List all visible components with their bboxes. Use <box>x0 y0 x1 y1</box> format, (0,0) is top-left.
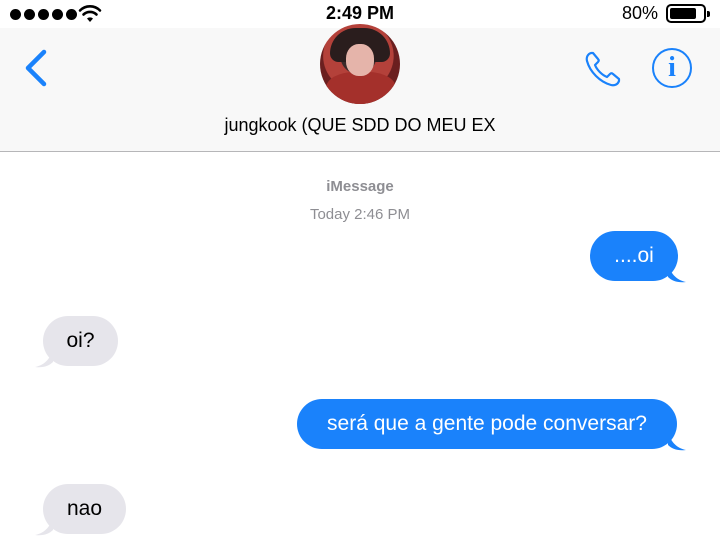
message-bubble-incoming[interactable]: nao <box>43 484 126 534</box>
timestamp: Today 2:46 PM <box>309 206 411 223</box>
message-bubble-outgoing[interactable]: ....oi <box>590 231 678 281</box>
conversation-header: jungkook (QUE SDD DO MEU EX i <box>0 24 720 152</box>
service-label: iMessage <box>326 178 394 195</box>
message-bubble-outgoing[interactable]: será que a gente pode conversar? <box>297 399 677 449</box>
status-time: 2:49 PM <box>325 3 395 23</box>
battery-percent: 80% <box>621 3 658 23</box>
info-icon[interactable]: i <box>652 48 692 88</box>
battery-icon <box>666 4 710 23</box>
phone-icon[interactable] <box>582 48 624 90</box>
chevron-left-icon[interactable] <box>22 48 52 88</box>
contact-name[interactable]: jungkook (QUE SDD DO MEU EX <box>0 115 720 136</box>
avatar[interactable] <box>320 24 400 104</box>
message-bubble-incoming[interactable]: oi? <box>43 316 118 366</box>
battery-fill <box>670 8 696 19</box>
